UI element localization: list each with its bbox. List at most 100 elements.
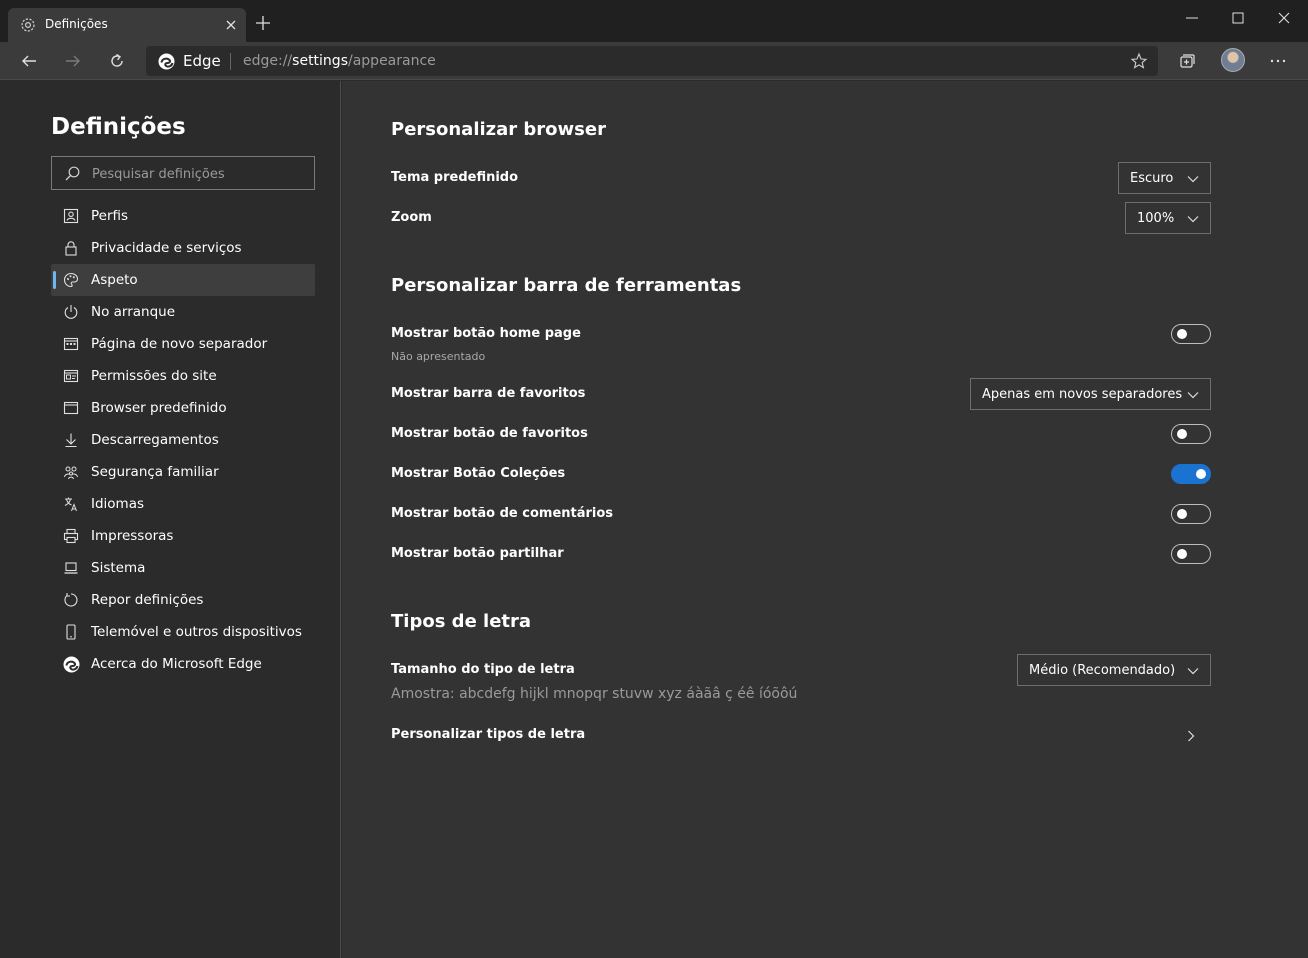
font-size-label: Tamanho do tipo de letra xyxy=(391,662,575,677)
tab-settings[interactable]: Definições xyxy=(8,8,246,42)
customize-fonts-label[interactable]: Personalizar tipos de letra xyxy=(391,727,585,742)
search-settings-input[interactable] xyxy=(92,163,307,185)
url-host: settings xyxy=(292,53,348,69)
url-path: /appearance xyxy=(348,53,436,69)
favorites-bar-value: Apenas em novos separadores xyxy=(982,386,1183,402)
address-separator xyxy=(230,53,231,70)
title-bar: Definições xyxy=(0,0,1308,42)
feedback-button-toggle[interactable] xyxy=(1171,504,1211,524)
default-browser-icon xyxy=(62,399,80,417)
favorites-button-label: Mostrar botão de favoritos xyxy=(391,426,588,441)
section-title-fonts: Tipos de letra xyxy=(391,611,532,632)
home-button-label: Mostrar botão home page xyxy=(391,326,581,341)
font-sample-text: Amostra: abcdefg hijkl mnopqr stuvw xyz … xyxy=(391,686,798,702)
sidebar-item-label: Aspeto xyxy=(91,272,138,288)
sidebar-item-label: Página de novo separador xyxy=(91,336,268,352)
zoom-dropdown[interactable]: 100% xyxy=(1125,202,1211,234)
language-icon xyxy=(62,495,80,513)
settings-nav-list: Perfis Privacidade e serviços Aspeto No … xyxy=(51,200,315,680)
sidebar-item-impressoras[interactable]: Impressoras xyxy=(51,520,315,552)
font-size-dropdown[interactable]: Médio (Recomendado) xyxy=(1017,654,1211,686)
download-icon xyxy=(62,431,80,449)
search-icon xyxy=(64,165,81,182)
theme-label: Tema predefinido xyxy=(391,170,519,185)
close-tab-icon[interactable] xyxy=(222,16,240,34)
sidebar-item-label: Telemóvel e outros dispositivos xyxy=(91,624,302,640)
maximize-icon[interactable] xyxy=(1215,4,1261,32)
back-icon[interactable] xyxy=(18,50,40,72)
collections-icon[interactable] xyxy=(1176,50,1198,72)
sidebar-item-privacidade[interactable]: Privacidade e serviços xyxy=(51,232,315,264)
zoom-value: 100% xyxy=(1137,210,1175,226)
feedback-button-label: Mostrar botão de comentários xyxy=(391,506,614,521)
sidebar-item-browser-predefinido[interactable]: Browser predefinido xyxy=(51,392,315,424)
sidebar-item-label: Idiomas xyxy=(91,496,145,512)
favorite-star-icon[interactable] xyxy=(1130,52,1148,70)
site-identity-label: Edge xyxy=(183,52,221,70)
sidebar-item-label: Permissões do site xyxy=(91,368,217,384)
sidebar-item-label: Acerca do Microsoft Edge xyxy=(91,656,262,672)
sidebar-item-permissoes[interactable]: Permissões do site xyxy=(51,360,315,392)
sidebar-item-acerca[interactable]: Acerca do Microsoft Edge xyxy=(51,648,315,680)
sidebar-item-label: Impressoras xyxy=(91,528,174,544)
more-options-icon[interactable] xyxy=(1267,50,1289,72)
chevron-down-icon xyxy=(1186,171,1200,185)
search-settings-box[interactable] xyxy=(51,156,315,190)
sidebar-item-aspeto[interactable]: Aspeto xyxy=(51,264,315,296)
toggle-knob xyxy=(1196,469,1206,479)
sidebar-item-descarregamentos[interactable]: Descarregamentos xyxy=(51,424,315,456)
sidebar-item-seguranca-familiar[interactable]: Segurança familiar xyxy=(51,456,315,488)
sidebar-item-label: Sistema xyxy=(91,560,146,576)
toggle-knob xyxy=(1177,549,1187,559)
chevron-down-icon xyxy=(1186,211,1200,225)
sidebar-item-arranque[interactable]: No arranque xyxy=(51,296,315,328)
toggle-knob xyxy=(1177,329,1187,339)
sidebar-item-label: Segurança familiar xyxy=(91,464,219,480)
section-title-toolbar: Personalizar barra de ferramentas xyxy=(391,275,742,296)
printer-icon xyxy=(62,527,80,545)
profile-avatar[interactable] xyxy=(1221,48,1245,72)
sidebar-item-repor[interactable]: Repor definições xyxy=(51,584,315,616)
new-tab-icon[interactable] xyxy=(254,14,272,32)
sidebar-item-sistema[interactable]: Sistema xyxy=(51,552,315,584)
sidebar-item-novo-separador[interactable]: Página de novo separador xyxy=(51,328,315,360)
toggle-knob xyxy=(1177,429,1187,439)
chevron-down-icon xyxy=(1186,387,1200,401)
sidebar-item-label: Repor definições xyxy=(91,592,204,608)
refresh-icon[interactable] xyxy=(106,50,128,72)
address-bar[interactable]: Edge edge://settings/appearance xyxy=(146,46,1158,76)
zoom-label: Zoom xyxy=(391,210,432,225)
home-button-subtext: Não apresentado xyxy=(391,350,486,363)
sidebar-item-telemovel[interactable]: Telemóvel e outros dispositivos xyxy=(51,616,315,648)
edge-logo-icon xyxy=(158,53,175,70)
url-text[interactable]: edge://settings/appearance xyxy=(243,53,436,69)
chevron-right-icon[interactable] xyxy=(1184,728,1198,742)
font-size-value: Médio (Recomendado) xyxy=(1029,662,1176,678)
url-scheme: edge:// xyxy=(243,53,293,69)
minimize-icon[interactable] xyxy=(1169,4,1215,32)
favorites-bar-dropdown[interactable]: Apenas em novos separadores xyxy=(970,378,1211,410)
sidebar-item-label: Descarregamentos xyxy=(91,432,219,448)
close-window-icon[interactable] xyxy=(1261,4,1307,32)
share-button-toggle[interactable] xyxy=(1171,544,1211,564)
family-icon xyxy=(62,463,80,481)
collections-button-toggle[interactable] xyxy=(1171,464,1211,484)
favorites-button-toggle[interactable] xyxy=(1171,424,1211,444)
new-tab-page-icon xyxy=(62,335,80,353)
settings-main-panel: Personalizar browser Tema predefinido Es… xyxy=(342,81,1308,958)
sidebar-title: Definições xyxy=(51,114,186,140)
collections-button-label: Mostrar Botão Coleções xyxy=(391,466,566,481)
sidebar-item-label: No arranque xyxy=(91,304,176,320)
phone-icon xyxy=(62,623,80,641)
theme-value: Escuro xyxy=(1130,170,1174,186)
home-button-toggle[interactable] xyxy=(1171,324,1211,344)
browser-toolbar: Edge edge://settings/appearance xyxy=(0,42,1308,80)
theme-dropdown[interactable]: Escuro xyxy=(1118,162,1211,194)
palette-icon xyxy=(62,271,80,289)
favorites-bar-label: Mostrar barra de favoritos xyxy=(391,386,586,401)
sidebar-item-perfis[interactable]: Perfis xyxy=(51,200,315,232)
forward-icon[interactable] xyxy=(62,50,84,72)
gear-icon xyxy=(19,16,37,34)
sidebar-item-idiomas[interactable]: Idiomas xyxy=(51,488,315,520)
edge-logo-icon xyxy=(62,655,80,673)
